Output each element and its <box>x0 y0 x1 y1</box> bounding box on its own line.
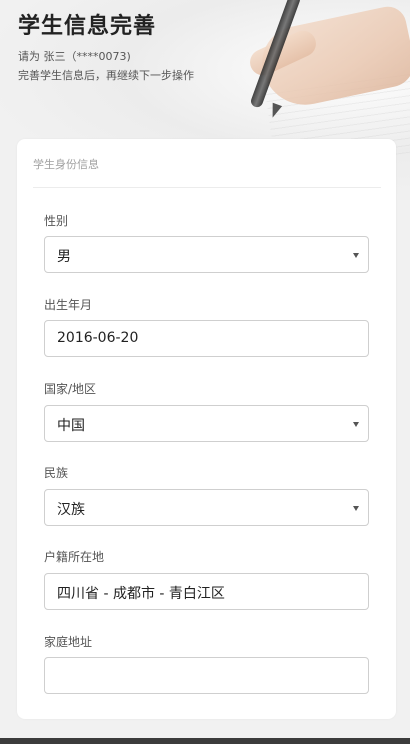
household-registration-label: 户籍所在地 <box>44 550 105 564</box>
chevron-down-icon <box>353 253 359 258</box>
home-address-label: 家庭地址 <box>44 635 93 649</box>
birthdate-value: 2016-06-20 <box>57 330 139 346</box>
country-label: 国家/地区 <box>44 382 97 396</box>
country-select[interactable]: 中国 <box>44 405 369 442</box>
household-registration-picker[interactable]: 四川省 - 成都市 - 青白江区 <box>44 573 369 610</box>
page-title: 学生信息完善 <box>18 14 157 39</box>
student-info-card: 学生身份信息 性别 男 出生年月 2016-06-20 国家/地区 中国 民族 … <box>17 139 396 719</box>
ethnicity-label: 民族 <box>44 466 69 480</box>
greeting-text: 请为 张三（****0073) <box>18 50 131 63</box>
gender-label: 性别 <box>44 214 69 228</box>
section-title: 学生身份信息 <box>33 158 99 171</box>
instruction-text: 完善学生信息后，再继续下一步操作 <box>18 69 194 82</box>
section-divider <box>33 187 381 188</box>
household-registration-value: 四川省 - 成都市 - 青白江区 <box>57 586 225 602</box>
bottom-bar <box>0 738 410 744</box>
country-value: 中国 <box>57 418 85 434</box>
gender-select[interactable]: 男 <box>44 236 369 273</box>
ethnicity-value: 汉族 <box>57 502 85 518</box>
home-address-input[interactable] <box>44 657 369 694</box>
gender-value: 男 <box>57 249 71 265</box>
birthdate-input[interactable]: 2016-06-20 <box>44 320 369 357</box>
chevron-down-icon <box>353 422 359 427</box>
ethnicity-select[interactable]: 汉族 <box>44 489 369 526</box>
birthdate-label: 出生年月 <box>44 298 93 312</box>
chevron-down-icon <box>353 506 359 511</box>
